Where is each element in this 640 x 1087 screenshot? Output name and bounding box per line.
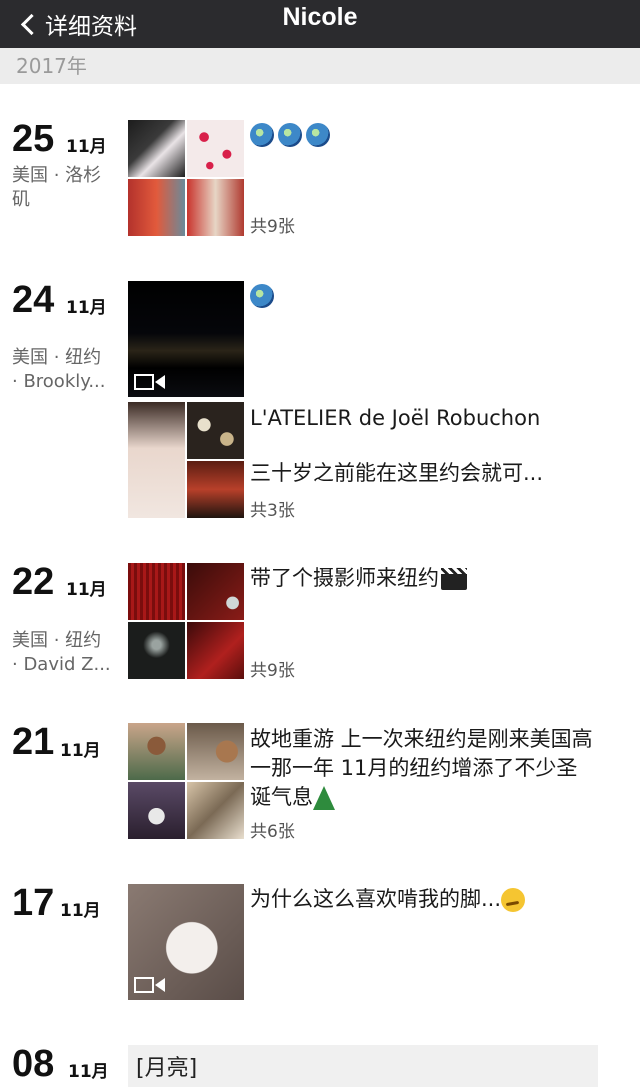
moon-emoji-icon [250, 284, 274, 308]
location-line: 美国 · 纽约 [12, 347, 102, 368]
photo-grid[interactable] [128, 120, 244, 236]
entry-month: 11月 [66, 137, 107, 157]
photo-thumbnail[interactable] [128, 782, 185, 839]
entry-text: 为什么这么喜欢啃我的脚... [250, 885, 600, 914]
entry-text: 带了个摄影师来纽约 [250, 564, 600, 593]
photo-thumbnail[interactable] [128, 563, 185, 620]
entry-month: 11月 [66, 298, 107, 318]
entry-day: 17 [12, 882, 55, 924]
photo-thumbnail[interactable] [187, 179, 244, 236]
entry-day: 25 [12, 118, 55, 160]
photo-thumbnail[interactable] [128, 723, 185, 780]
photo-thumbnail[interactable] [128, 179, 185, 236]
entry-day: 24 [12, 279, 55, 321]
entry-day: 21 [12, 721, 55, 763]
photo-thumbnail[interactable] [187, 120, 244, 177]
entry-text-content: 带了个摄影师来纽约 [250, 566, 439, 590]
photo-count: 共3张 [250, 501, 295, 521]
smirk-face-icon [501, 888, 526, 912]
video-thumbnail[interactable] [128, 281, 244, 397]
photo-thumbnail[interactable] [128, 402, 185, 518]
entry-text-content: 故地重游 上一次来纽约是刚来美国高一那一年 11月的纽约增添了不少圣诞气息 [250, 727, 593, 809]
video-camera-icon [134, 976, 166, 994]
text-only-post[interactable]: [月亮] [128, 1045, 598, 1087]
photo-grid[interactable] [128, 723, 244, 839]
location-line: 矶 [12, 189, 30, 210]
entry-month: 11月 [60, 901, 101, 921]
nav-bar: 详细资料 Nicole [0, 0, 640, 48]
entry-month: 11月 [66, 580, 107, 600]
year-header: 2017年 [0, 48, 640, 84]
photo-count: 共9张 [250, 217, 295, 237]
location-line: 美国 · 洛杉 [12, 165, 102, 186]
christmas-tree-icon [313, 786, 335, 810]
photo-thumbnail[interactable] [187, 782, 244, 839]
photo-thumbnail[interactable] [187, 461, 244, 518]
entry-text-title: L'ATELIER de Joël Robuchon [250, 406, 541, 430]
entry-location[interactable]: 美国 · 洛杉 矶 [12, 164, 120, 212]
entry-text: 故地重游 上一次来纽约是刚来美国高一那一年 11月的纽约增添了不少圣诞气息 [250, 725, 595, 812]
photo-thumbnail[interactable] [128, 120, 185, 177]
photo-thumbnail[interactable] [128, 622, 185, 679]
entry-location[interactable]: 美国 · 纽约 · David Z... [12, 629, 120, 677]
video-thumbnail[interactable] [128, 884, 244, 1000]
photo-thumbnail[interactable] [187, 402, 244, 459]
moon-emoji-icon [250, 123, 274, 147]
photo-grid[interactable] [128, 563, 244, 679]
entry-location[interactable]: 美国 · 纽约 · Brookly... [12, 346, 120, 394]
clapper-board-icon [441, 568, 467, 590]
location-line: · Brookly... [12, 371, 106, 392]
page-title: Nicole [282, 3, 358, 31]
photo-thumbnail[interactable] [187, 723, 244, 780]
entry-month: 11月 [60, 741, 101, 761]
entry-text [250, 120, 600, 149]
entry-day: 08 [12, 1043, 55, 1085]
entry-text: 三十岁之前能在这里约会就可... [250, 461, 544, 485]
photo-grid[interactable] [128, 402, 244, 518]
entry-day: 22 [12, 561, 55, 603]
moon-emoji-icon [278, 123, 302, 147]
photo-thumbnail[interactable] [187, 563, 244, 620]
location-line: 美国 · 纽约 [12, 630, 102, 651]
entry-text [250, 281, 600, 310]
photo-count: 共9张 [250, 661, 295, 681]
video-camera-icon [134, 373, 166, 391]
moon-emoji-icon [306, 123, 330, 147]
entry-month: 11月 [68, 1062, 109, 1082]
photo-count: 共6张 [250, 822, 295, 842]
location-line: · David Z... [12, 654, 111, 675]
entry-text-content: 为什么这么喜欢啃我的脚... [250, 887, 502, 911]
photo-thumbnail[interactable] [187, 622, 244, 679]
